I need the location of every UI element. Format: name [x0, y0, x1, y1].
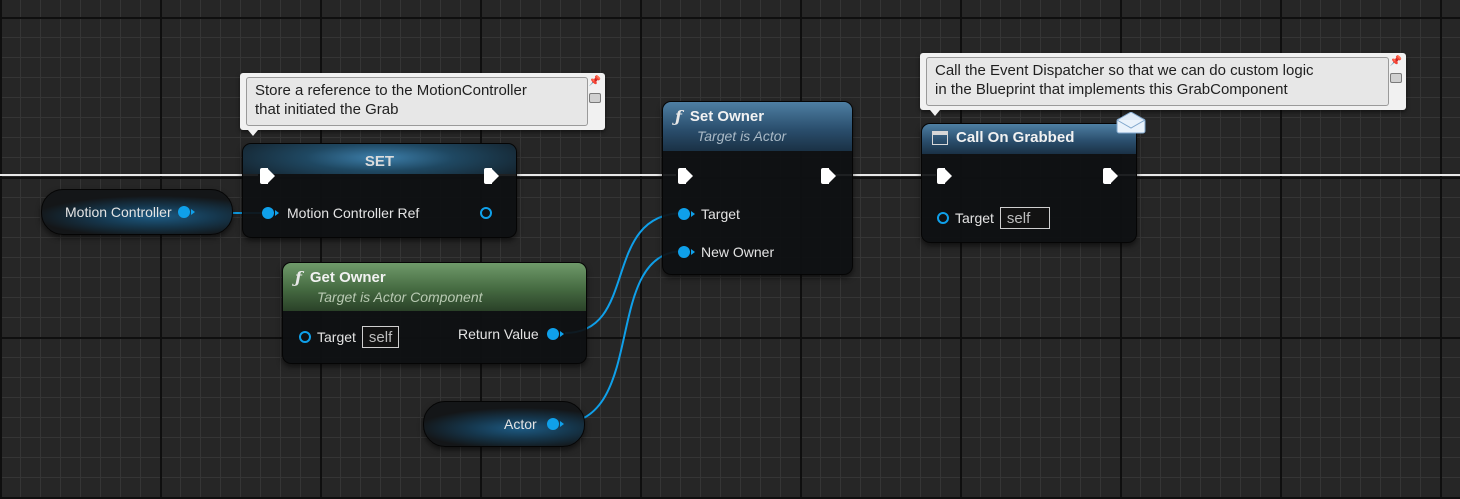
motion-controller-variable-node[interactable]: Motion Controller	[41, 189, 233, 235]
set-exec-out-pin[interactable]	[484, 168, 499, 184]
comment-text-box: Store a reference to the MotionControlle…	[246, 77, 588, 126]
call-target-label: Target	[955, 210, 994, 226]
set-owner-exec-out-pin[interactable]	[821, 168, 836, 184]
actor-output-pin[interactable]	[546, 418, 559, 430]
call-on-grabbed-node[interactable]: Call On Grabbed Target self	[921, 112, 1146, 243]
get-owner-target-self-field[interactable]: self	[361, 326, 400, 348]
set-owner-target-label: Target	[701, 206, 740, 222]
set-owner-subtitle: Target is Actor	[697, 128, 787, 144]
new-owner-label: New Owner	[701, 244, 775, 260]
call-on-grabbed-header: Call On Grabbed	[922, 124, 1136, 154]
set-owner-target-row: Target	[678, 206, 740, 222]
pushpin-icon[interactable]: 📌	[589, 76, 601, 87]
pin-arrow	[275, 210, 279, 216]
call-target-self-field[interactable]: self	[999, 207, 1050, 229]
call-exec-in-pin[interactable]	[937, 168, 952, 184]
comment-line-2: in the Blueprint that implements this Gr…	[935, 81, 1288, 98]
comment-tail	[248, 130, 258, 136]
get-owner-target-label: Target	[317, 329, 356, 345]
actor-variable-node[interactable]: Actor	[423, 401, 585, 447]
get-owner-header: ƒ Get Owner Target is Actor Component	[283, 263, 586, 311]
return-value-label: Return Value	[458, 326, 539, 342]
set-node-header: SET	[243, 144, 516, 174]
function-icon: ƒ	[675, 107, 682, 126]
get-owner-title: Get Owner	[309, 269, 386, 286]
actor-row: Actor	[504, 416, 564, 432]
comment-bubble-icon[interactable]	[589, 93, 601, 103]
pin-arrow	[691, 211, 695, 217]
call-on-grabbed-title: Call On Grabbed	[956, 129, 1075, 146]
call-target-pin[interactable]	[937, 212, 949, 224]
motion-controller-output-pin[interactable]	[177, 206, 190, 218]
call-target-row: Target self	[937, 207, 1050, 229]
set-owner-new-owner-row: New Owner	[678, 244, 774, 260]
set-node-title: SET	[364, 153, 395, 170]
get-owner-return-row: Return Value	[458, 326, 564, 342]
pin-arrow	[559, 421, 564, 427]
set-input-row: Motion Controller Ref	[262, 205, 419, 221]
pin-arrow	[190, 209, 195, 215]
set-owner-target-pin[interactable]	[678, 208, 690, 220]
motion-controller-ref-input-pin[interactable]	[262, 207, 274, 219]
envelope-icon	[1116, 112, 1146, 134]
return-value-output-pin[interactable]	[546, 328, 559, 340]
get-owner-node[interactable]: ƒ Get Owner Target is Actor Component Ta…	[282, 262, 587, 364]
set-owner-title-row: ƒ Set Owner	[675, 107, 840, 126]
motion-controller-row: Motion Controller	[65, 204, 195, 220]
pin-arrow	[691, 249, 695, 255]
pin-arrow	[559, 331, 564, 337]
motion-controller-ref-label: Motion Controller Ref	[287, 205, 420, 221]
comment-tail	[930, 110, 940, 116]
event-dispatcher-call-icon	[932, 130, 948, 145]
set-owner-title: Set Owner	[689, 108, 765, 125]
comment-text-box: Call the Event Dispatcher so that we can…	[926, 57, 1389, 106]
set-exec-in-pin[interactable]	[260, 168, 275, 184]
get-owner-title-row: ƒ Get Owner	[295, 268, 574, 287]
get-owner-target-row: Target self	[299, 326, 400, 348]
comment-store-reference[interactable]: Store a reference to the MotionControlle…	[240, 73, 605, 136]
set-owner-header: ƒ Set Owner Target is Actor	[663, 102, 852, 151]
call-exec-out-pin[interactable]	[1103, 168, 1118, 184]
comment-call-dispatcher[interactable]: Call the Event Dispatcher so that we can…	[920, 53, 1406, 116]
comment-line-1: Store a reference to the MotionControlle…	[255, 82, 527, 99]
set-node[interactable]: SET Motion Controller Ref	[242, 143, 517, 238]
comment-line-2: that initiated the Grab	[255, 101, 399, 118]
set-owner-exec-in-pin[interactable]	[678, 168, 693, 184]
actor-label: Actor	[504, 416, 537, 432]
new-owner-input-pin[interactable]	[678, 246, 690, 258]
set-output-pin[interactable]	[480, 207, 492, 219]
comment-line-1: Call the Event Dispatcher so that we can…	[935, 62, 1314, 79]
function-icon: ƒ	[295, 268, 302, 287]
call-on-grabbed-title-row: Call On Grabbed	[932, 129, 1124, 146]
get-owner-target-pin[interactable]	[299, 331, 311, 343]
get-owner-subtitle: Target is Actor Component	[317, 289, 483, 305]
pushpin-icon[interactable]: 📌	[1390, 56, 1402, 67]
set-owner-node[interactable]: ƒ Set Owner Target is Actor Target New O…	[662, 101, 853, 275]
comment-bubble-icon[interactable]	[1390, 73, 1402, 83]
motion-controller-label: Motion Controller	[65, 204, 172, 220]
